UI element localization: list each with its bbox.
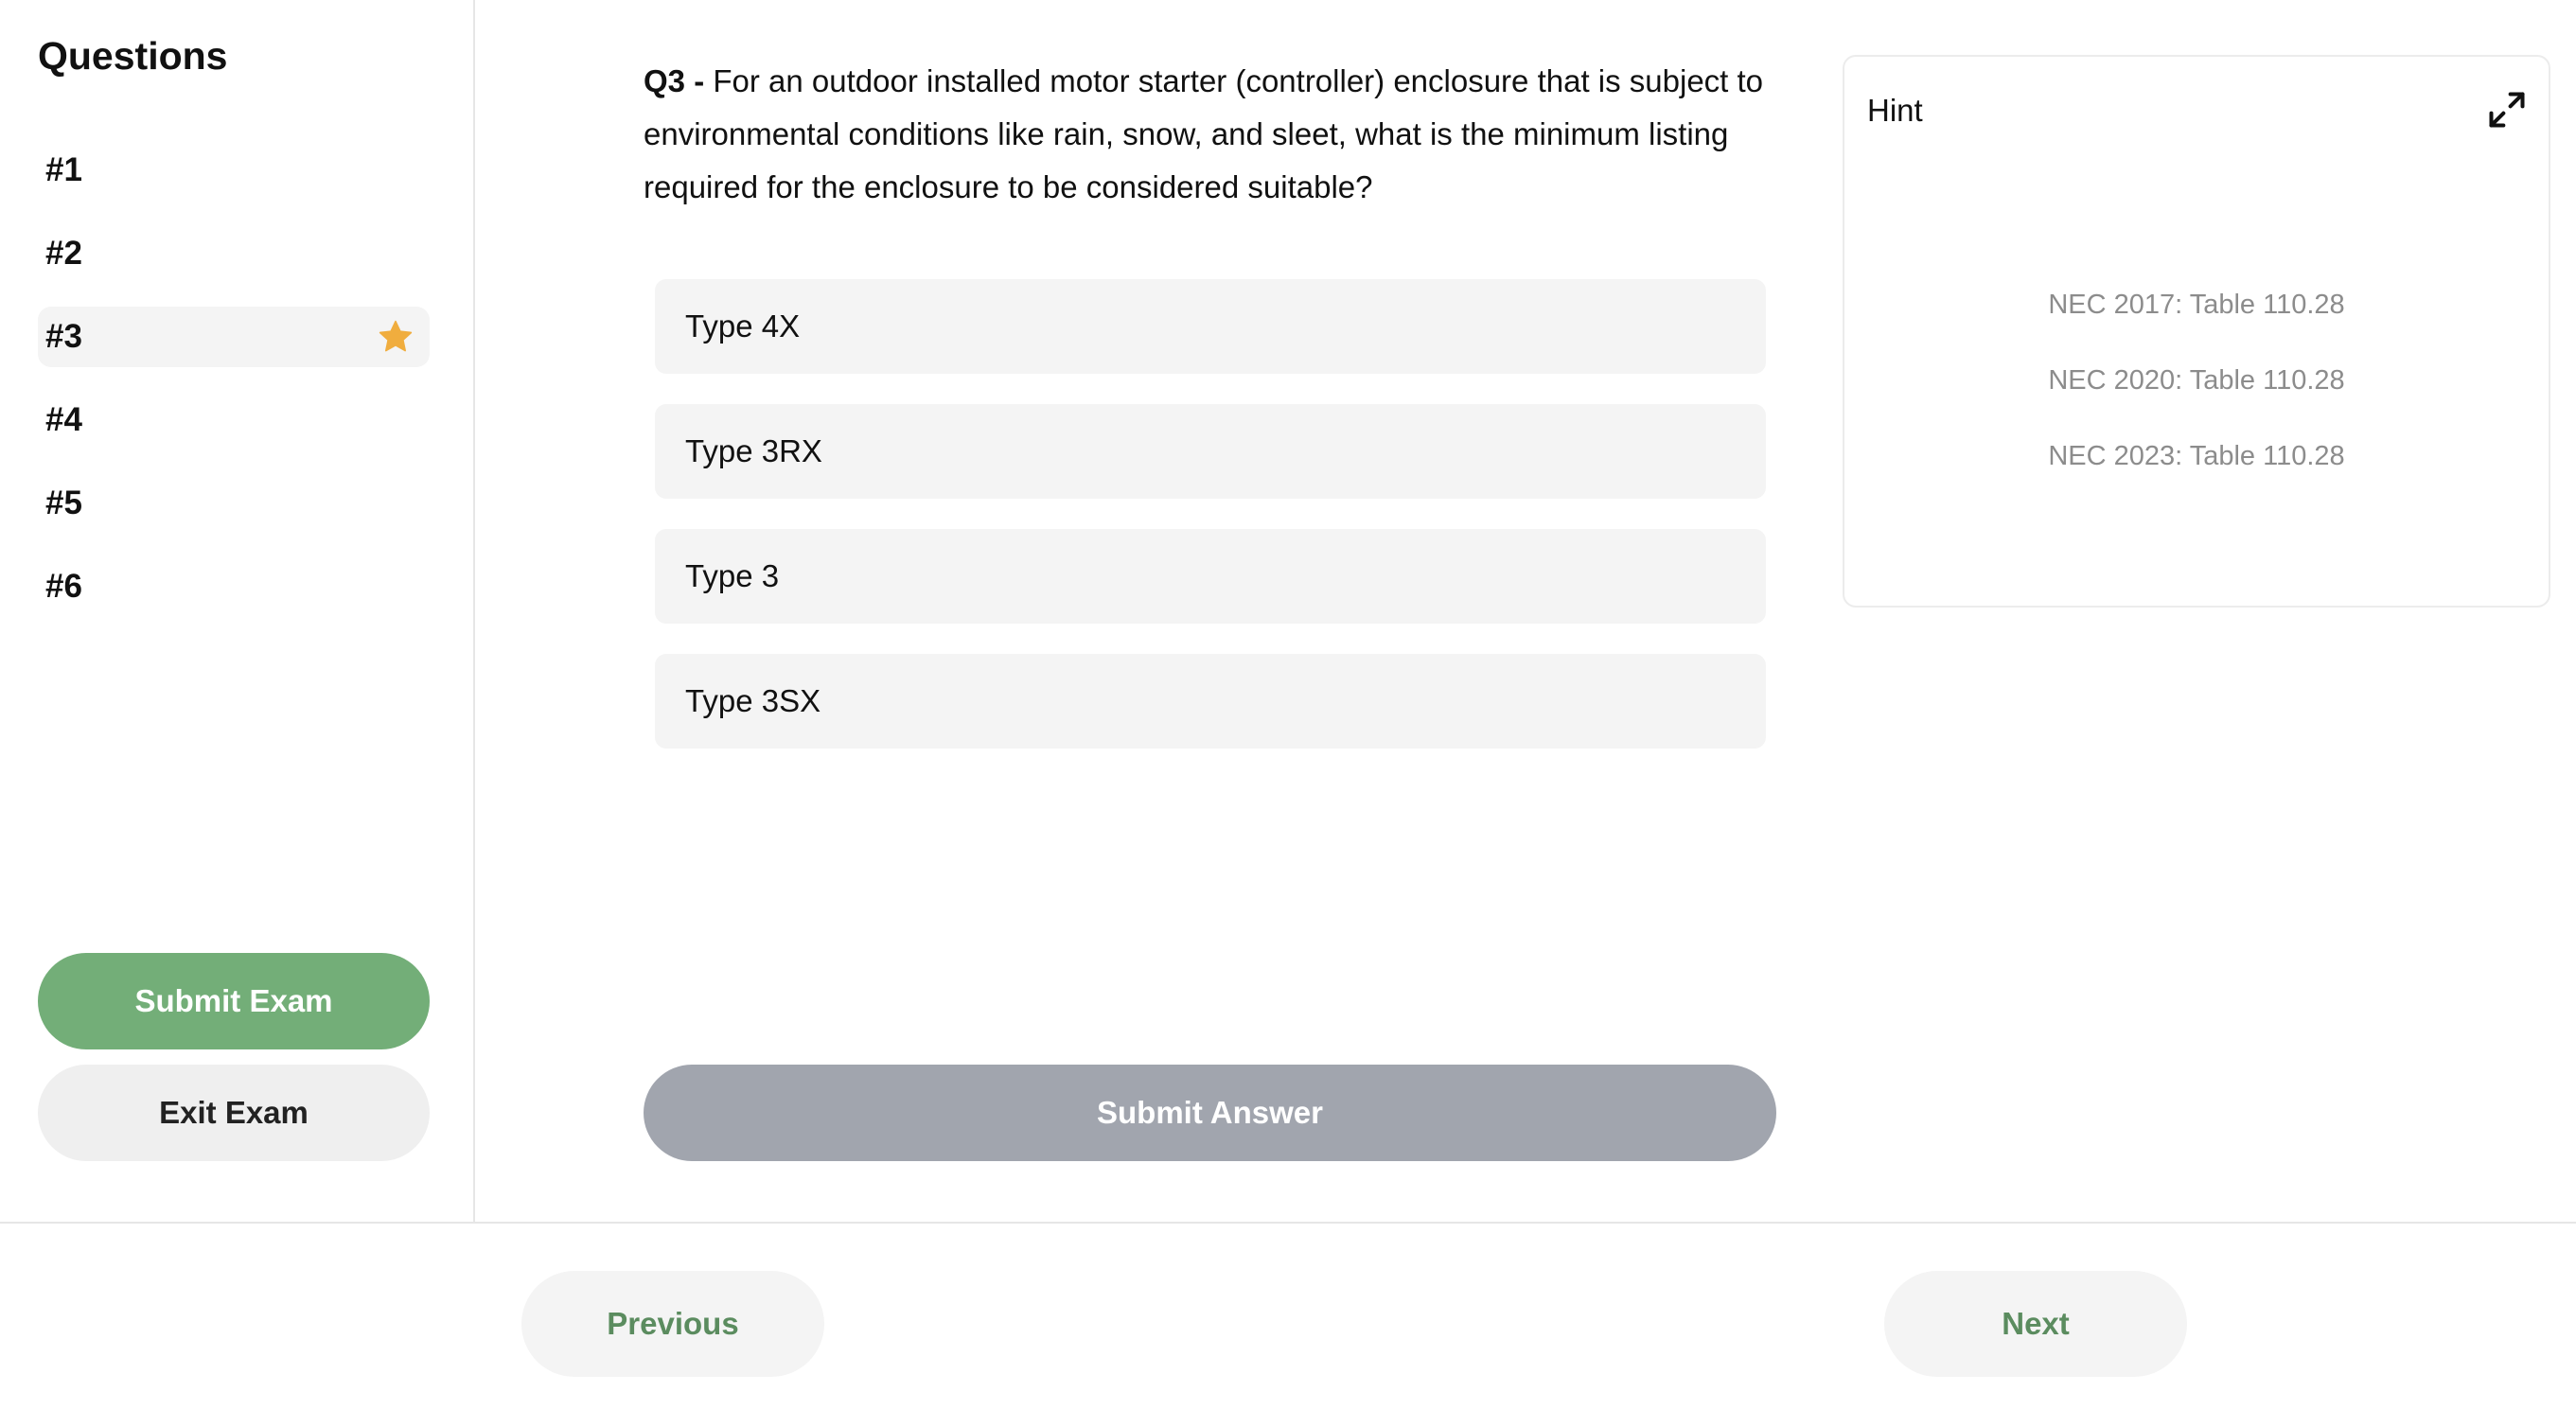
question-body: For an outdoor installed motor starter (… (644, 63, 1764, 204)
next-button[interactable]: Next (1884, 1271, 2187, 1377)
answer-option-4[interactable]: Type 3SX (655, 654, 1766, 749)
answer-option-1[interactable]: Type 4X (655, 279, 1766, 374)
question-nav-label: #5 (45, 485, 82, 521)
question-number: Q3 - (644, 63, 705, 98)
answer-label: Type 3RX (685, 433, 822, 468)
hint-reference: NEC 2023: Table 110.28 (2048, 441, 2345, 471)
answer-option-3[interactable]: Type 3 (655, 529, 1766, 624)
answer-label: Type 4X (685, 308, 801, 344)
exit-exam-button[interactable]: Exit Exam (38, 1065, 430, 1161)
sidebar-title: Questions (38, 34, 228, 78)
answer-option-2[interactable]: Type 3RX (655, 404, 1766, 499)
hint-reference: NEC 2020: Table 110.28 (2048, 365, 2345, 396)
question-text: Q3 - For an outdoor installed motor star… (644, 55, 1779, 214)
question-nav-item-5[interactable]: #5 (38, 473, 430, 534)
question-nav-item-1[interactable]: #1 (38, 140, 430, 201)
question-nav-item-3[interactable]: #3 (38, 307, 430, 367)
star-icon[interactable] (377, 318, 415, 356)
question-nav-label: #6 (45, 568, 82, 605)
expand-icon[interactable] (2486, 89, 2528, 131)
hint-reference: NEC 2017: Table 110.28 (2048, 290, 2345, 320)
questions-sidebar: Questions #1 #2 #3 #4 #5 #6 Submit Exam … (0, 0, 475, 1223)
answer-label: Type 3SX (685, 683, 821, 718)
question-nav-label: #2 (45, 235, 82, 272)
hint-panel: Hint NEC 2017: Table 110.28 NEC 2020: Ta… (1843, 55, 2550, 608)
submit-exam-button[interactable]: Submit Exam (38, 953, 430, 1049)
answer-label: Type 3 (685, 558, 780, 593)
hint-references: NEC 2017: Table 110.28 NEC 2020: Table 1… (1844, 286, 2549, 513)
question-nav-item-2[interactable]: #2 (38, 223, 430, 284)
footer-nav: Previous Next (0, 1222, 2576, 1410)
question-nav-label: #1 (45, 151, 82, 188)
question-nav-label: #4 (45, 401, 82, 438)
hint-title: Hint (1867, 93, 1923, 128)
question-nav-item-6[interactable]: #6 (38, 556, 430, 617)
submit-answer-button[interactable]: Submit Answer (644, 1065, 1776, 1161)
question-list: #1 #2 #3 #4 #5 #6 (38, 140, 430, 640)
previous-button[interactable]: Previous (521, 1271, 824, 1377)
question-nav-label: #3 (45, 318, 82, 355)
question-nav-item-4[interactable]: #4 (38, 390, 430, 450)
exam-app: Questions #1 #2 #3 #4 #5 #6 Submit Exam … (0, 0, 2576, 1410)
